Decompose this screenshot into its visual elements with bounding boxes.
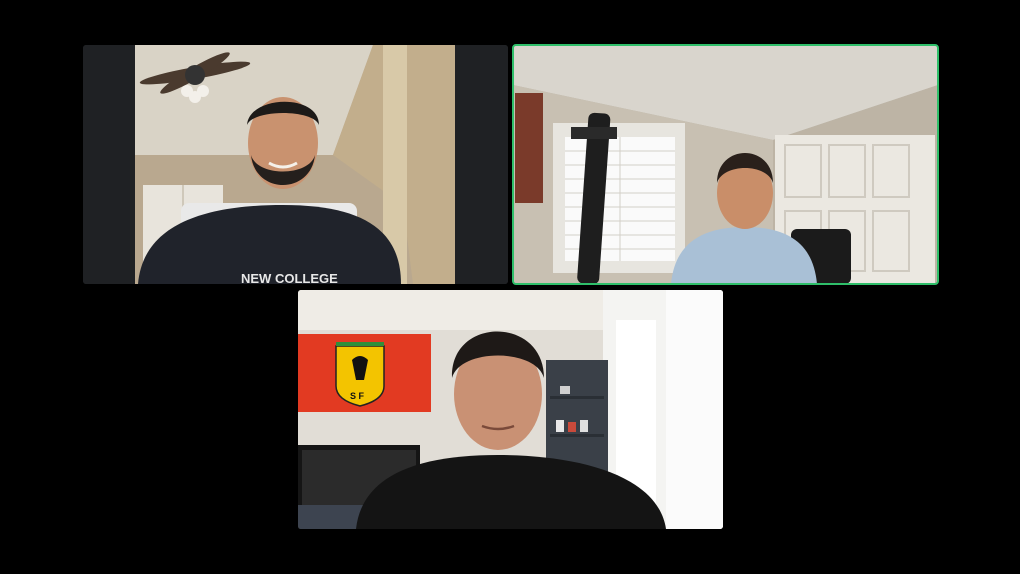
participant-video-tile[interactable]: NEW COLLEGE xyxy=(83,45,508,284)
wall-poster xyxy=(515,93,543,203)
participant-video-tile-active-speaker[interactable] xyxy=(512,44,939,285)
ferrari-flag: S F xyxy=(298,334,431,412)
participant-video-feed: S F xyxy=(298,290,723,529)
participant-video-feed: NEW COLLEGE xyxy=(83,45,508,284)
window-shutters xyxy=(553,123,685,273)
participant-video-tile[interactable]: S F xyxy=(298,290,723,529)
flag-text: S F xyxy=(350,391,365,401)
shirt-text: NEW COLLEGE xyxy=(241,271,338,284)
video-gallery: NEW COLLEGE S F xyxy=(0,0,1020,574)
participant-video-feed xyxy=(513,45,938,284)
